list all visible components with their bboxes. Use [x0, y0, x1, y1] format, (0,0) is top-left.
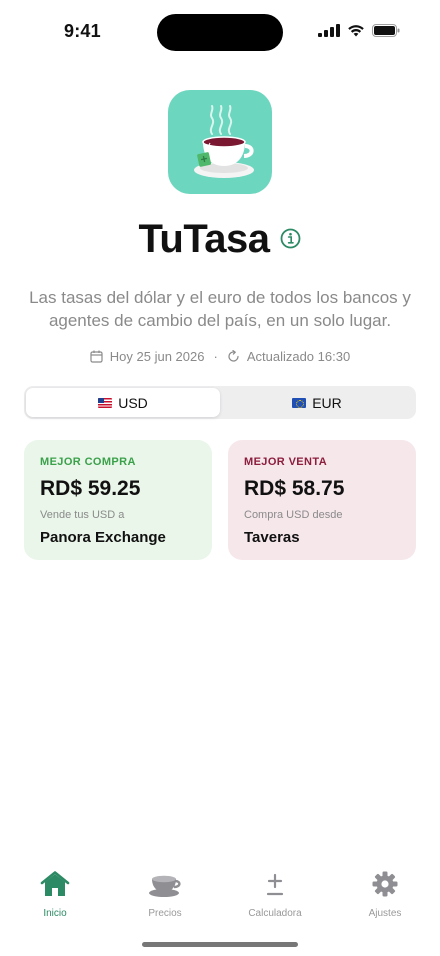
flag-us-icon: [98, 397, 113, 408]
signal-icon: [318, 24, 340, 42]
battery-icon: [372, 24, 400, 42]
currency-selector: USD EUR: [24, 386, 416, 419]
status-time: 9:41: [64, 21, 101, 41]
card-caption: Vende tus USD a: [40, 509, 125, 521]
card-label: MEJOR VENTA: [244, 456, 328, 468]
app-description: Las tasas del dólar y el euro de todos l…: [29, 288, 411, 330]
currency-label: EUR: [312, 394, 342, 411]
tab-label: Precios: [148, 908, 182, 919]
plus-minus-icon: [265, 873, 285, 902]
currency-option-usd[interactable]: USD: [26, 388, 220, 417]
cup-icon: [149, 873, 181, 902]
home-indicator[interactable]: [142, 942, 298, 947]
app-title: TuTasa: [138, 217, 270, 261]
flag-eu-icon: [292, 397, 307, 408]
wifi-icon: [347, 24, 365, 42]
currency-option-eur[interactable]: EUR: [220, 388, 414, 417]
tab-inicio[interactable]: Inicio: [0, 871, 110, 932]
separator-dot: ·: [213, 349, 218, 364]
date-label: Hoy 25 jun 2026: [109, 349, 205, 364]
best-buy-rate: RD$ 59.25: [40, 477, 141, 500]
home-icon: [40, 871, 70, 902]
tab-label: Inicio: [43, 908, 67, 919]
status-icons: [318, 24, 400, 42]
best-buy-card[interactable]: MEJOR COMPRA RD$ 59.25 Vende tus USD a P…: [24, 440, 212, 560]
tab-calculadora[interactable]: Calculadora: [220, 872, 330, 932]
title-row: TuTasa: [0, 217, 440, 262]
best-sell-rate: RD$ 58.75: [244, 477, 345, 500]
currency-label: USD: [118, 394, 148, 411]
dynamic-island: [157, 14, 283, 51]
best-buy-agent: Panora Exchange: [40, 529, 166, 546]
tab-label: Calculadora: [248, 908, 302, 919]
gear-icon: [372, 871, 398, 902]
refresh-icon: [227, 350, 241, 364]
status-bar: 9:41: [0, 0, 440, 60]
tab-label: Ajustes: [368, 908, 402, 919]
tab-ajustes[interactable]: Ajustes: [330, 871, 440, 932]
best-sell-agent: Taveras: [244, 529, 300, 546]
update-info: Hoy 25 jun 2026 · Actualizado 16:30: [0, 349, 440, 364]
app-logo: [168, 90, 272, 194]
tea-cup-icon: [168, 105, 272, 194]
info-icon: [280, 228, 301, 254]
updated-label: Actualizado 16:30: [246, 349, 351, 364]
tab-precios[interactable]: Precios: [110, 872, 220, 932]
card-caption: Compra USD desde: [244, 509, 343, 521]
info-button[interactable]: [280, 228, 302, 254]
best-sell-card[interactable]: MEJOR VENTA RD$ 58.75 Compra USD desde T…: [228, 440, 416, 560]
calendar-icon: [90, 350, 104, 364]
tab-bar: Inicio Precios Calculadora Ajustes: [0, 871, 440, 932]
card-label: MEJOR COMPRA: [40, 456, 136, 468]
